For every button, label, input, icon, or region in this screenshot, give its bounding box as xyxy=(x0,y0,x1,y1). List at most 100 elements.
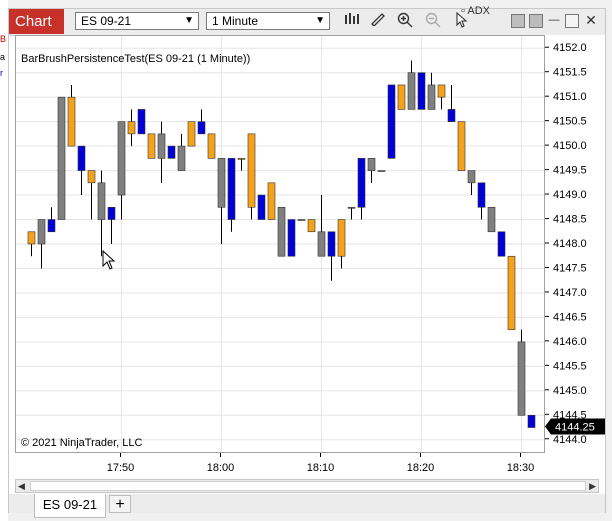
candle-body xyxy=(357,158,366,208)
time-tick-label: 18:00 xyxy=(207,462,235,474)
close-button[interactable]: ✕ xyxy=(584,13,598,28)
chart-label: Chart xyxy=(9,9,64,34)
candle-body xyxy=(437,84,446,98)
zoom-in-icon[interactable] xyxy=(395,12,415,31)
candle-body xyxy=(377,170,386,172)
candle-body xyxy=(97,182,106,220)
scrollbar-thumb[interactable] xyxy=(30,481,586,491)
zoom-out-icon[interactable] xyxy=(423,12,443,31)
background-indicator-label: ▫ ADX xyxy=(461,5,490,17)
candle-body xyxy=(467,170,476,184)
candle-body xyxy=(147,133,156,159)
candle-body xyxy=(67,96,76,147)
candle-body xyxy=(87,170,96,184)
price-tick-label: 4145.0 xyxy=(553,385,587,397)
price-tick-label: 4152.0 xyxy=(553,42,587,54)
candle-body xyxy=(337,219,346,257)
candle-body xyxy=(457,121,466,171)
time-tick-label: 18:30 xyxy=(507,462,535,474)
candle-body xyxy=(287,219,296,257)
price-tick-label: 4150.0 xyxy=(553,140,587,152)
minimize-button[interactable]: — xyxy=(547,14,561,28)
candle-body xyxy=(317,231,326,257)
time-tick-label: 17:50 xyxy=(107,462,135,474)
chevron-down-icon: ▼ xyxy=(315,15,325,26)
candle-body xyxy=(407,72,416,110)
candle-body xyxy=(157,133,166,159)
candle-body xyxy=(447,109,456,122)
candle-body xyxy=(37,219,46,245)
price-axis[interactable]: 4144.0 4144.5 4145.0 4145.5 4146.0 4146.5 4147… xyxy=(545,35,605,453)
candle-body xyxy=(367,158,376,171)
candle-body xyxy=(57,96,66,220)
chart-window: Chart ES 09-21 ▼ 1 Minute ▼ ▫ ADX — ✕ 41… xyxy=(8,5,606,518)
mouse-cursor-icon xyxy=(102,249,116,273)
instrument-value: ES 09-21 xyxy=(81,14,132,28)
chart-title: BarBrushPersistenceTest(ES 09-21 (1 Minu… xyxy=(21,53,251,65)
candle-body xyxy=(527,414,536,428)
candlestick-chart xyxy=(16,36,544,452)
candle-body xyxy=(247,133,256,208)
scroll-right-icon[interactable]: ▶ xyxy=(589,480,596,492)
price-tick-label: 4147.5 xyxy=(553,262,587,274)
candle-body xyxy=(507,255,516,330)
candle-body xyxy=(77,145,86,171)
candle-body xyxy=(167,145,176,159)
candle-body xyxy=(137,109,146,135)
candle-body xyxy=(267,182,276,220)
time-axis[interactable]: 17:50 18:00 18:10 18:20 18:30 xyxy=(15,453,545,480)
tab-bar: ES 09-21 + xyxy=(9,494,605,518)
candle-body xyxy=(107,206,116,220)
layout-icon[interactable] xyxy=(511,14,525,28)
time-axis-labels: 17:50 18:00 18:10 18:20 18:30 xyxy=(107,453,535,474)
time-tick-label: 18:20 xyxy=(407,462,435,474)
candle-body xyxy=(347,206,356,209)
candle-body xyxy=(327,231,336,257)
add-tab-button[interactable]: + xyxy=(109,495,131,513)
copyright-text: © 2021 NinjaTrader, LLC xyxy=(21,437,143,449)
instrument-selector[interactable]: ES 09-21 ▼ xyxy=(75,12,199,30)
candle-body xyxy=(217,158,226,208)
candle-body xyxy=(27,231,36,245)
maximize-button[interactable] xyxy=(565,14,579,28)
candle-body xyxy=(417,72,426,110)
candle-body xyxy=(197,121,206,135)
price-tick-label: 4148.5 xyxy=(553,214,587,226)
candle-body xyxy=(227,158,236,220)
interval-selector[interactable]: 1 Minute ▼ xyxy=(206,12,330,30)
candle-body xyxy=(427,84,436,110)
background-window-edge: B a r xyxy=(0,0,8,521)
price-tick-label: 4150.5 xyxy=(553,116,587,128)
candle-body xyxy=(517,341,526,416)
candle-body xyxy=(187,121,196,147)
price-tick-label: 4144.0 xyxy=(553,434,587,446)
candle-body xyxy=(477,182,486,208)
grid-layout-icon[interactable] xyxy=(529,14,543,28)
candle-body xyxy=(277,206,286,257)
scroll-left-icon[interactable]: ◀ xyxy=(18,480,25,492)
candle-body xyxy=(127,121,136,135)
price-tick-label: 4147.0 xyxy=(553,287,587,299)
price-axis-labels: 4144.04144.54145.04145.54146.04146.54147… xyxy=(545,42,605,446)
price-panel[interactable] xyxy=(15,35,545,453)
bar-chart-icon[interactable] xyxy=(342,12,362,31)
candle-body xyxy=(117,121,126,196)
candle-body xyxy=(207,133,216,159)
draw-tool-icon[interactable] xyxy=(368,12,388,31)
price-tick-label: 4146.0 xyxy=(553,336,587,348)
price-tick-label: 4151.0 xyxy=(553,91,587,103)
candle-body xyxy=(397,84,406,110)
price-tick-label: 4149.5 xyxy=(553,165,587,177)
candle-body xyxy=(307,219,316,233)
candle-body xyxy=(297,219,306,221)
candle-body xyxy=(487,206,496,233)
price-tick-label: 4148.0 xyxy=(553,238,587,250)
candle-body xyxy=(497,231,506,257)
candle-body xyxy=(387,84,396,159)
candle-body xyxy=(177,145,186,171)
candle-body xyxy=(257,194,266,220)
price-tick-label: 4149.0 xyxy=(553,189,587,201)
horizontal-scrollbar[interactable]: ◀ ▶ xyxy=(15,479,599,493)
candle-body xyxy=(237,158,246,160)
tab-es-09-21[interactable]: ES 09-21 xyxy=(34,494,106,518)
